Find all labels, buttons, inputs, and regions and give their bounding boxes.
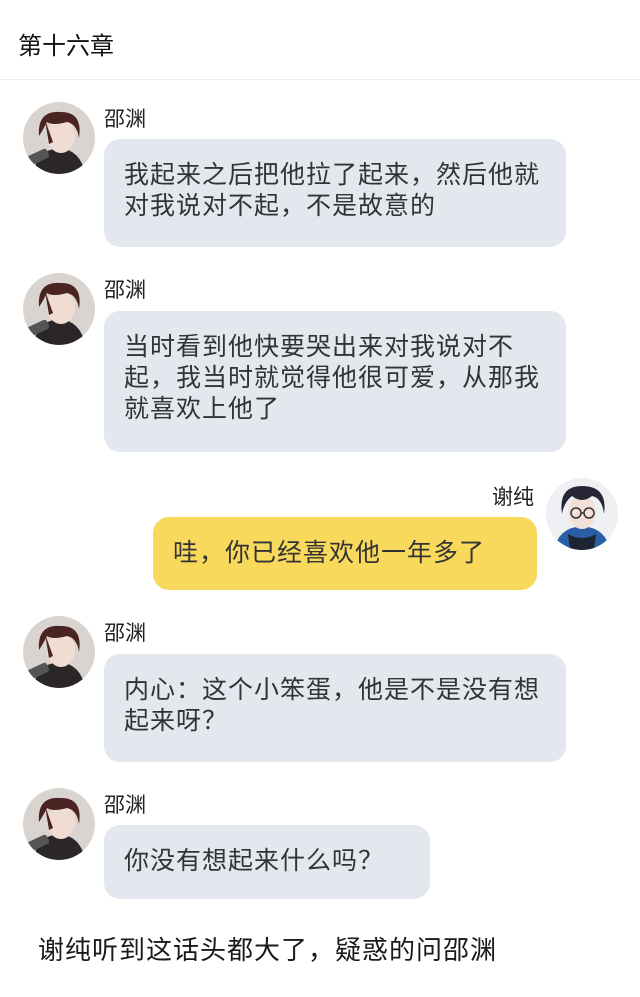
message-bubble[interactable]: 哇，你已经喜欢他一年多了	[153, 517, 537, 590]
avatar-shaoyuan-icon[interactable]	[23, 102, 95, 174]
narration-text: 谢纯听到这话头都大了，疑惑的问邵渊	[38, 936, 498, 966]
sender-name: 邵渊	[104, 621, 146, 645]
message-bubble[interactable]: 当时看到他快要哭出来对我说对不起，我当时就觉得他很可爱，从那我就喜欢上他了	[104, 311, 566, 452]
message-bubble[interactable]: 内心：这个小笨蛋，他是不是没有想起来呀？	[104, 654, 566, 762]
avatar-shaoyuan-icon[interactable]	[23, 616, 95, 688]
chapter-title: 第十六章	[18, 32, 114, 60]
avatar-xiechun-icon[interactable]	[546, 478, 618, 550]
sender-name: 邵渊	[104, 107, 146, 131]
message-bubble[interactable]: 你没有想起来什么吗？	[104, 825, 430, 899]
sender-name: 邵渊	[104, 278, 146, 302]
sender-name: 谢纯	[492, 485, 534, 509]
message-bubble[interactable]: 我起来之后把他拉了起来，然后他就对我说对不起，不是故意的	[104, 139, 566, 247]
avatar-shaoyuan-icon[interactable]	[23, 788, 95, 860]
sender-name: 邵渊	[104, 793, 146, 817]
chapter-header: 第十六章	[0, 0, 640, 80]
avatar-shaoyuan-icon[interactable]	[23, 273, 95, 345]
